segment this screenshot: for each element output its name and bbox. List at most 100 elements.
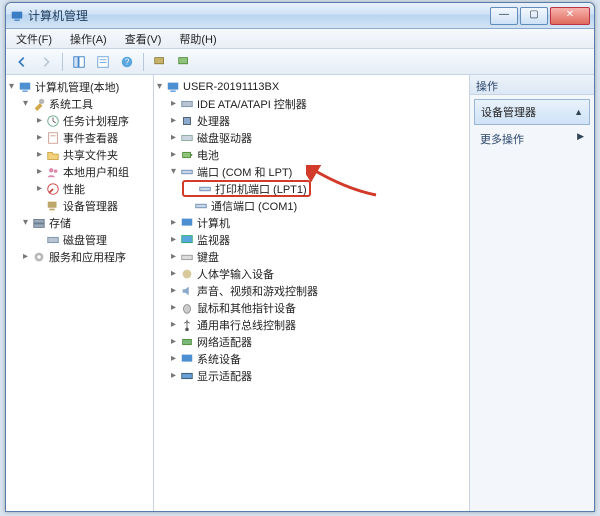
device-cdrom[interactable]: ▸ 磁盘驱动器 xyxy=(154,129,469,146)
collapse-icon[interactable]: ▾ xyxy=(168,166,179,177)
tree-device-manager[interactable]: 设备管理器 xyxy=(6,197,153,214)
tree-label: 系统工具 xyxy=(49,96,93,112)
device-label: 通信端口 (COM1) xyxy=(211,198,297,214)
tree-system-tools[interactable]: ▾ 系统工具 xyxy=(6,95,153,112)
expand-icon[interactable]: ▸ xyxy=(168,302,179,313)
device-network[interactable]: ▸ 网络适配器 xyxy=(154,333,469,350)
actions-selected-item[interactable]: 设备管理器 ▲ xyxy=(474,99,590,125)
svg-text:?: ? xyxy=(125,57,130,66)
services-icon xyxy=(32,250,46,264)
close-button[interactable]: ✕ xyxy=(550,7,590,25)
device-label: 端口 (COM 和 LPT) xyxy=(197,164,292,180)
help-button[interactable]: ? xyxy=(117,52,137,72)
tree-label: 事件查看器 xyxy=(63,130,118,146)
device-label[interactable]: 打印机端口 (LPT1) xyxy=(215,181,307,197)
device-monitor[interactable]: ▸监视器 xyxy=(154,231,469,248)
collapse-icon[interactable]: ▾ xyxy=(6,81,17,92)
device-ports[interactable]: ▾ 端口 (COM 和 LPT) xyxy=(154,163,469,180)
device-media[interactable]: ▸ 声音、视频和游戏控制器 xyxy=(154,282,469,299)
menu-help[interactable]: 帮助(H) xyxy=(175,29,220,49)
device-label: 磁盘驱动器 xyxy=(197,130,252,146)
device-label: 系统设备 xyxy=(197,351,241,367)
device-host[interactable]: ▾ USER-20191113BX xyxy=(154,78,469,95)
device-label: USER-20191113BX xyxy=(183,81,279,93)
tree-services-apps[interactable]: ▸ 服务和应用程序 xyxy=(6,248,153,265)
menu-file[interactable]: 文件(F) xyxy=(12,29,56,49)
device-cpu[interactable]: ▸ 处理器 xyxy=(154,112,469,129)
show-hide-tree-button[interactable] xyxy=(69,52,89,72)
minimize-button[interactable]: — xyxy=(490,7,518,25)
disk-icon xyxy=(46,233,60,247)
expand-icon[interactable]: ▸ xyxy=(168,115,179,126)
properties-button[interactable] xyxy=(93,52,113,72)
scan-button[interactable] xyxy=(150,52,170,72)
actions-more[interactable]: 更多操作 ▶ xyxy=(480,131,584,147)
device-label: 网络适配器 xyxy=(197,334,252,350)
device-hid[interactable]: ▸人体学输入设备 xyxy=(154,265,469,282)
expand-icon[interactable]: ▸ xyxy=(168,132,179,143)
performance-icon xyxy=(46,182,60,196)
mouse-icon xyxy=(180,301,194,315)
forward-button[interactable] xyxy=(36,52,56,72)
expand-icon[interactable]: ▸ xyxy=(34,115,45,126)
expand-icon[interactable]: ▸ xyxy=(168,98,179,109)
device-computer[interactable]: ▸计算机 xyxy=(154,214,469,231)
tree-disk-management[interactable]: 磁盘管理 xyxy=(6,231,153,248)
tree-local-users[interactable]: ▸ 本地用户和组 xyxy=(6,163,153,180)
tree-task-scheduler[interactable]: ▸ 任务计划程序 xyxy=(6,112,153,129)
device-label: 声音、视频和游戏控制器 xyxy=(197,283,318,299)
actions-header: 操作 xyxy=(470,75,594,95)
expand-icon[interactable]: ▸ xyxy=(168,370,179,381)
tree-root[interactable]: ▾ 计算机管理(本地) xyxy=(6,78,153,95)
actions-selected-label: 设备管理器 xyxy=(481,104,536,120)
expand-icon[interactable]: ▸ xyxy=(168,268,179,279)
tree-label: 共享文件夹 xyxy=(63,147,118,163)
monitor-icon xyxy=(180,233,194,247)
device-mouse[interactable]: ▸鼠标和其他指针设备 xyxy=(154,299,469,316)
device-label: 显示适配器 xyxy=(197,368,252,384)
tree-label: 磁盘管理 xyxy=(63,232,107,248)
tree-label: 性能 xyxy=(63,181,85,197)
expand-icon[interactable]: ▸ xyxy=(34,132,45,143)
device-com1[interactable]: 通信端口 (COM1) xyxy=(154,197,469,214)
usb-icon xyxy=(180,318,194,332)
device-sysdev[interactable]: ▸ 系统设备 xyxy=(154,350,469,367)
expand-icon[interactable]: ▸ xyxy=(168,234,179,245)
titlebar[interactable]: 计算机管理 — ▢ ✕ xyxy=(6,3,594,29)
back-button[interactable] xyxy=(12,52,32,72)
expand-icon[interactable]: ▸ xyxy=(34,183,45,194)
tree-event-viewer[interactable]: ▸ 事件查看器 xyxy=(6,129,153,146)
menu-view[interactable]: 查看(V) xyxy=(121,29,166,49)
refresh-button[interactable] xyxy=(174,52,194,72)
device-keyboard[interactable]: ▸键盘 xyxy=(154,248,469,265)
device-tree-pane[interactable]: ▾ USER-20191113BX ▸IDE ATA/ATAPI 控制器 ▸ 处理… xyxy=(154,75,470,511)
tree-shared-folders[interactable]: ▸ 共享文件夹 xyxy=(6,146,153,163)
expand-icon[interactable]: ▸ xyxy=(168,149,179,160)
device-usb[interactable]: ▸通用串行总线控制器 xyxy=(154,316,469,333)
expand-icon[interactable]: ▸ xyxy=(168,217,179,228)
maximize-button[interactable]: ▢ xyxy=(520,7,548,25)
device-label: 处理器 xyxy=(197,113,230,129)
port-icon xyxy=(194,199,208,213)
expand-icon[interactable]: ▸ xyxy=(168,353,179,364)
collapse-icon[interactable]: ▾ xyxy=(154,81,165,92)
expand-icon[interactable]: ▸ xyxy=(168,251,179,262)
expand-icon[interactable]: ▸ xyxy=(34,166,45,177)
expand-icon[interactable]: ▸ xyxy=(168,336,179,347)
expand-icon[interactable]: ▸ xyxy=(34,149,45,160)
expand-icon[interactable]: ▸ xyxy=(168,285,179,296)
collapse-icon[interactable]: ▾ xyxy=(20,217,31,228)
toolbar-separator xyxy=(143,53,144,71)
collapse-icon[interactable]: ▾ xyxy=(20,98,31,109)
menu-action[interactable]: 操作(A) xyxy=(66,29,111,49)
device-display[interactable]: ▸ 显示适配器 xyxy=(154,367,469,384)
device-battery[interactable]: ▸电池 xyxy=(154,146,469,163)
expand-icon[interactable]: ▸ xyxy=(168,319,179,330)
computer-icon xyxy=(180,216,194,230)
expand-icon[interactable]: ▸ xyxy=(20,251,31,262)
tree-performance[interactable]: ▸ 性能 xyxy=(6,180,153,197)
device-ide[interactable]: ▸IDE ATA/ATAPI 控制器 xyxy=(154,95,469,112)
tree-storage[interactable]: ▾ 存储 xyxy=(6,214,153,231)
left-pane[interactable]: ▾ 计算机管理(本地) ▾ 系统工具 ▸ 任务计划程序 ▸ 事件查看器 ▸ xyxy=(6,75,154,511)
actions-more-label: 更多操作 xyxy=(480,134,524,146)
